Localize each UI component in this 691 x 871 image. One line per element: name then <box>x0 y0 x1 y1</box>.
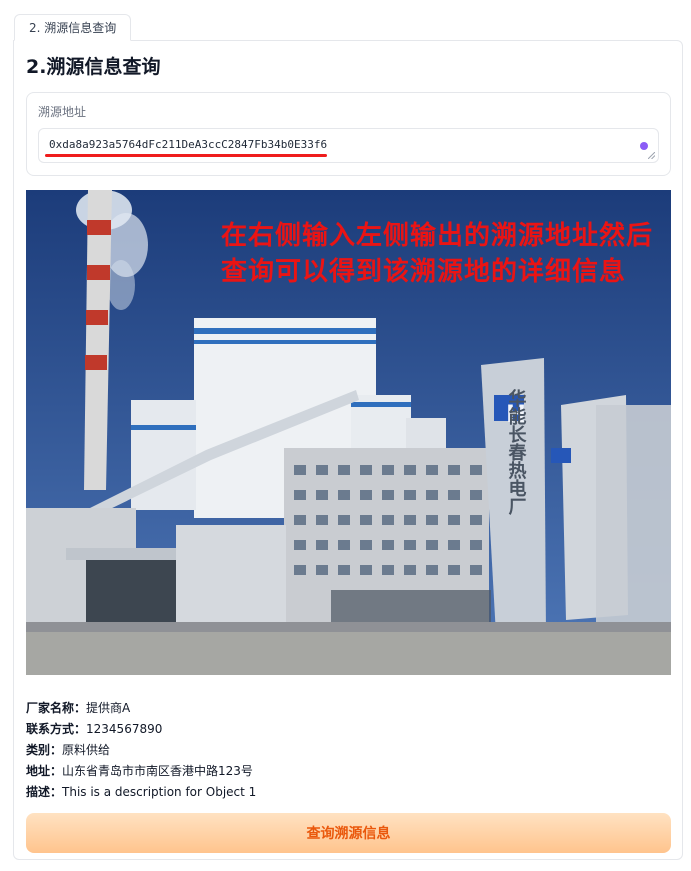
info-description: 描述：This is a description for Object 1 <box>26 783 256 800</box>
status-dot-icon <box>640 142 648 150</box>
plant-sign-text: 华能长春热电厂 <box>506 388 527 516</box>
manufacturer-label: 厂家名称： <box>26 701 87 715</box>
description-label: 描述： <box>26 785 63 799</box>
annotation-overlay-text: 在右侧输入左侧输出的溯源地址然后查询可以得到该溯源地的详细信息 <box>221 221 654 287</box>
trace-address-block: 溯源地址 0xda8a923a5764dFc211DeA3ccC2847Fb34… <box>26 92 671 176</box>
red-underline-annotation <box>45 154 327 157</box>
tab-traceability-query[interactable]: 2. 溯源信息查询 <box>14 14 132 41</box>
trace-address-value: 0xda8a923a5764dFc211DeA3ccC2847Fb34b0E33… <box>49 138 328 151</box>
address-value: 山东省青岛市市南区香港中路123号 <box>62 764 253 778</box>
category-label: 类别： <box>26 743 63 757</box>
address-label: 地址： <box>26 764 63 778</box>
info-manufacturer: 厂家名称：提供商A <box>26 699 130 716</box>
query-trace-info-button[interactable]: 查询溯源信息 <box>26 813 671 853</box>
info-address: 地址：山东省青岛市市南区香港中路123号 <box>26 762 253 779</box>
manufacturer-value: 提供商A <box>86 701 131 715</box>
info-contact: 联系方式：1234567890 <box>26 720 162 737</box>
category-value: 原料供给 <box>62 743 111 757</box>
trace-address-input[interactable]: 0xda8a923a5764dFc211DeA3ccC2847Fb34b0E33… <box>38 128 659 163</box>
power-plant-photo: H 华能长春热电厂 在右侧输入左侧输出的溯源地址然后查询可以得到该溯源地的详细信… <box>26 190 671 675</box>
contact-value: 1234567890 <box>86 722 163 736</box>
trace-address-label: 溯源地址 <box>38 105 87 119</box>
description-value: This is a description for Object 1 <box>62 785 257 799</box>
info-category: 类别：原料供给 <box>26 741 110 758</box>
resize-handle-icon[interactable] <box>648 152 655 159</box>
contact-label: 联系方式： <box>26 722 87 736</box>
section-title: 2.溯源信息查询 <box>26 56 161 78</box>
